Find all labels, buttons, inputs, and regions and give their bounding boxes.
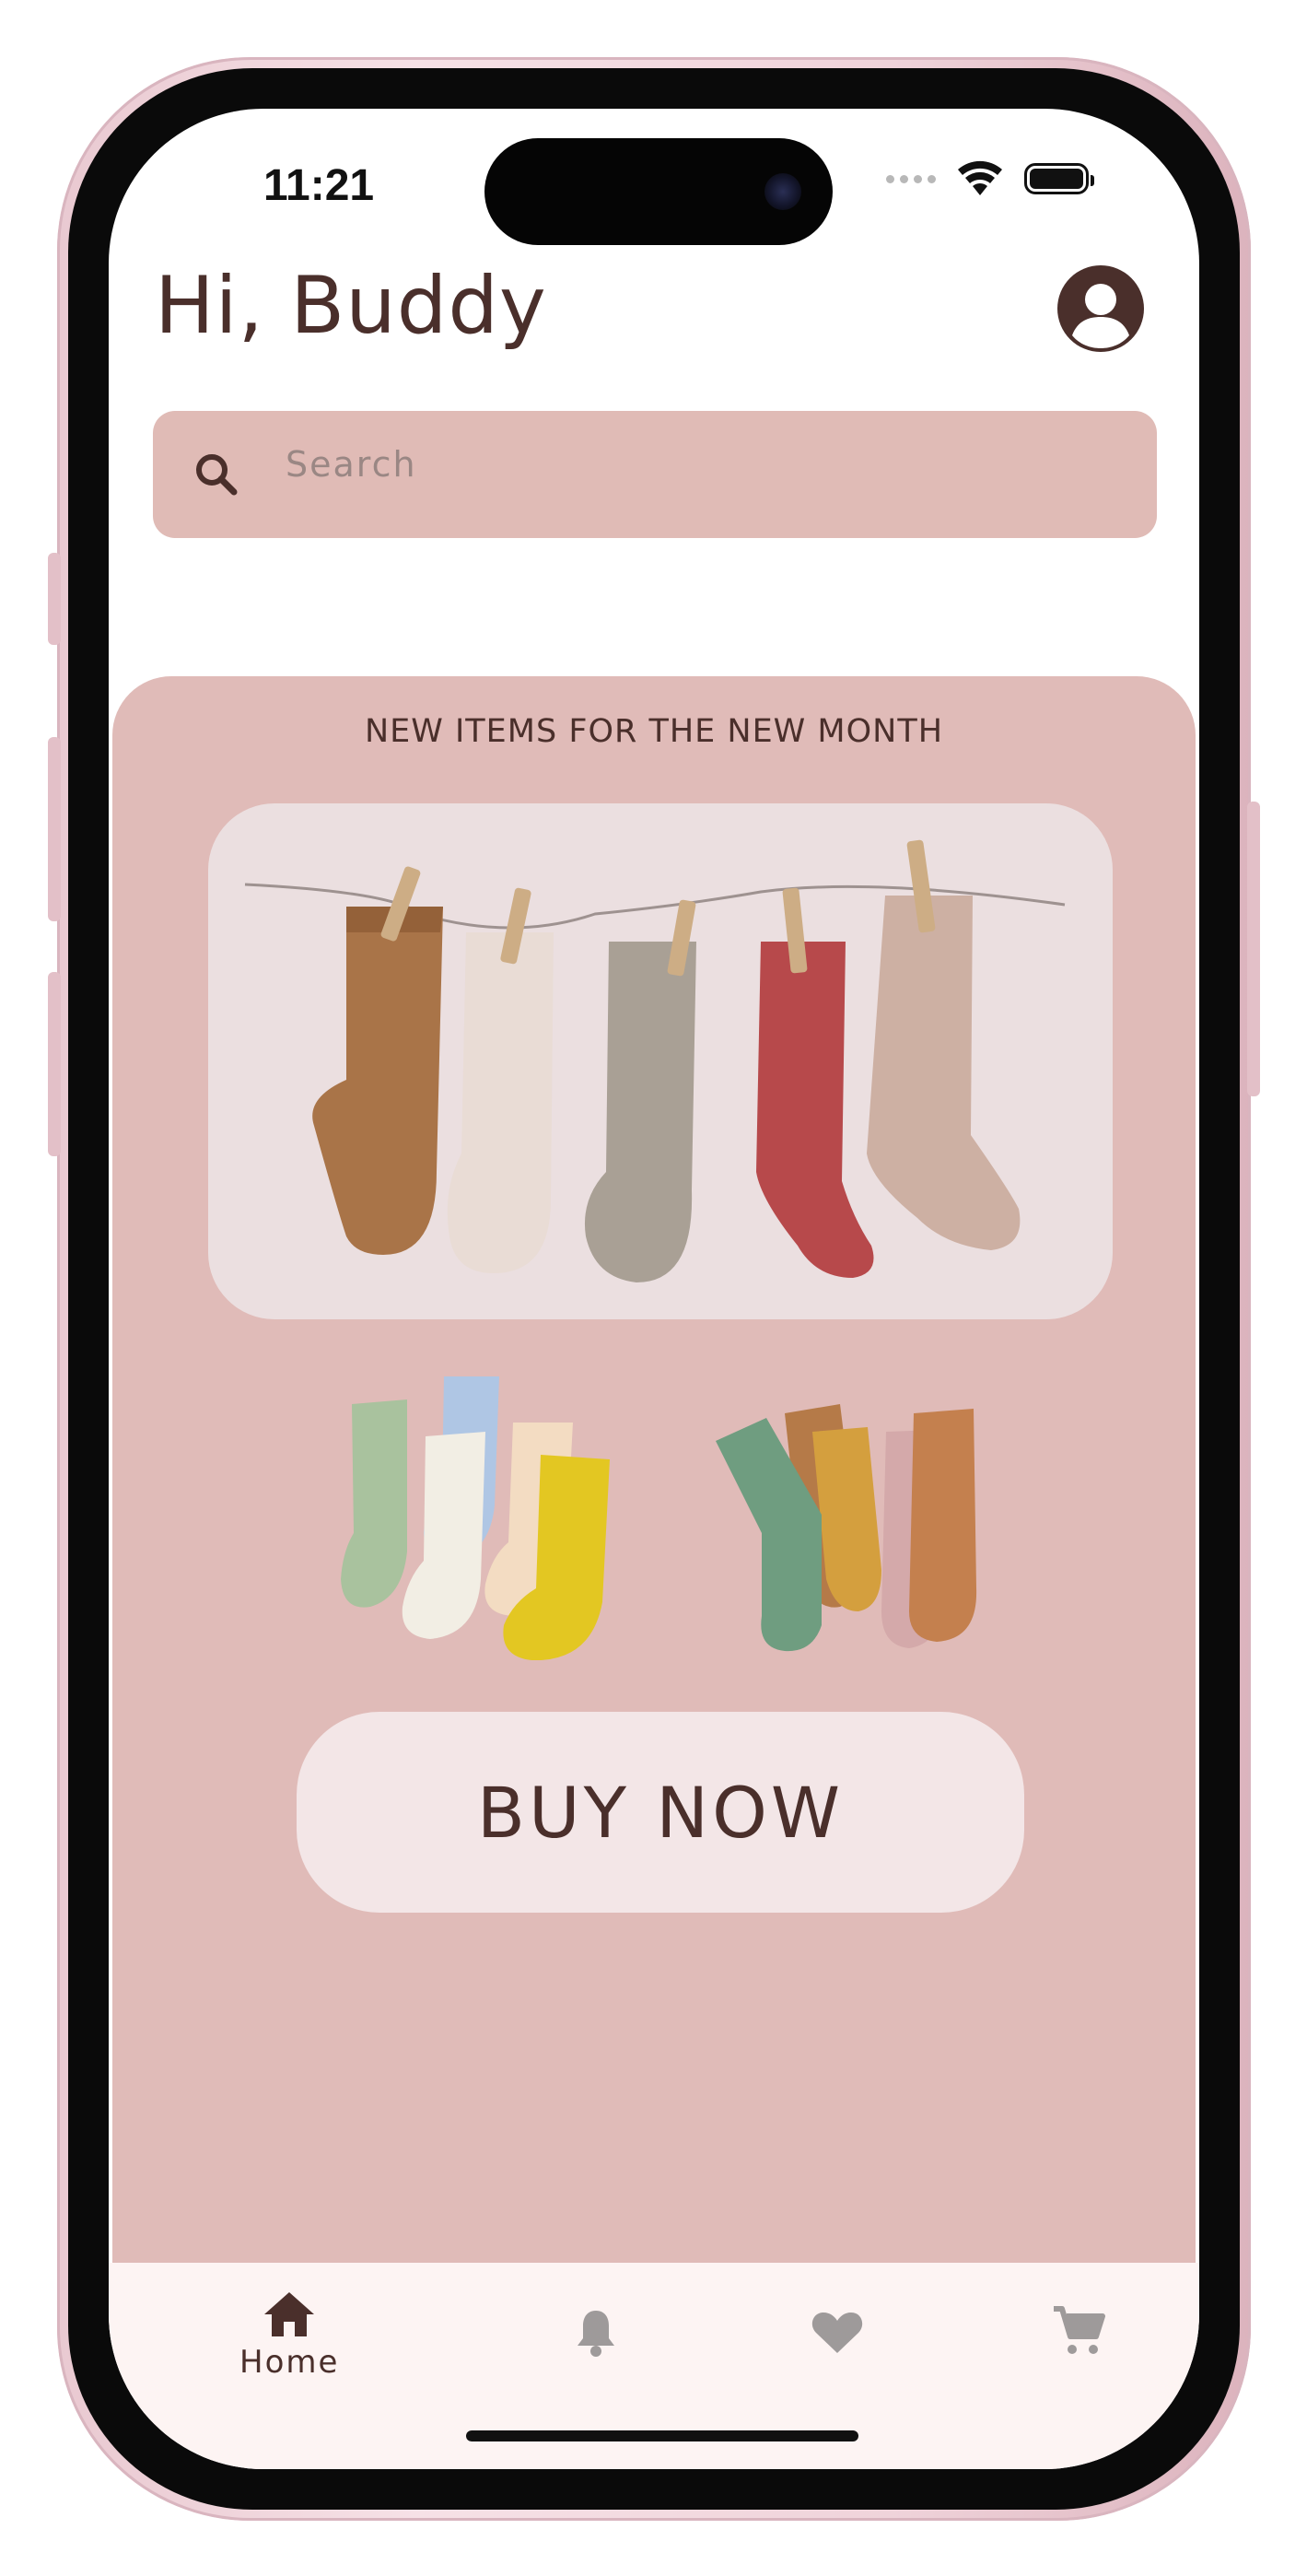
status-indicators xyxy=(886,160,1094,197)
action-button xyxy=(48,553,61,645)
battery-icon xyxy=(1024,163,1094,194)
earthy-socks-thumbnail[interactable] xyxy=(711,1386,997,1662)
camera-icon xyxy=(764,173,801,210)
nav-item-home[interactable]: Home xyxy=(239,2290,339,2381)
dynamic-island xyxy=(484,138,833,245)
nav-item-cart[interactable] xyxy=(1052,2305,1105,2357)
search-bar[interactable]: Search xyxy=(153,411,1157,538)
status-time: 11:21 xyxy=(263,161,375,210)
home-indicator[interactable] xyxy=(466,2430,858,2441)
app-screen: 11:21 Hi, Buddy Search NEW ITEMS FOR THE… xyxy=(109,109,1199,2469)
signal-icon xyxy=(886,174,936,183)
search-input[interactable]: Search xyxy=(286,444,417,485)
cart-icon xyxy=(1054,2306,1105,2354)
buy-now-button[interactable]: BUY NOW xyxy=(297,1712,1024,1913)
volume-down-button xyxy=(48,972,61,1156)
wifi-icon xyxy=(958,160,1002,195)
volume-up-button xyxy=(48,737,61,921)
promo-card: NEW ITEMS FOR THE NEW MONTH BUY NOW xyxy=(112,676,1196,2335)
home-icon xyxy=(264,2292,315,2336)
heart-icon xyxy=(811,2313,863,2353)
nav-item-favorites[interactable] xyxy=(811,2309,864,2355)
search-icon xyxy=(196,454,238,496)
promo-title: NEW ITEMS FOR THE NEW MONTH xyxy=(364,713,944,750)
pastel-socks-thumbnail[interactable] xyxy=(315,1367,628,1680)
nav-item-notifications[interactable] xyxy=(574,2307,618,2357)
hero-socks-image xyxy=(208,803,1113,1319)
account-circle-icon[interactable] xyxy=(1057,265,1144,352)
power-button xyxy=(1247,802,1260,1096)
greeting-title: Hi, Buddy xyxy=(155,260,547,352)
nav-label-home: Home xyxy=(239,2344,340,2381)
bell-icon xyxy=(578,2311,614,2357)
